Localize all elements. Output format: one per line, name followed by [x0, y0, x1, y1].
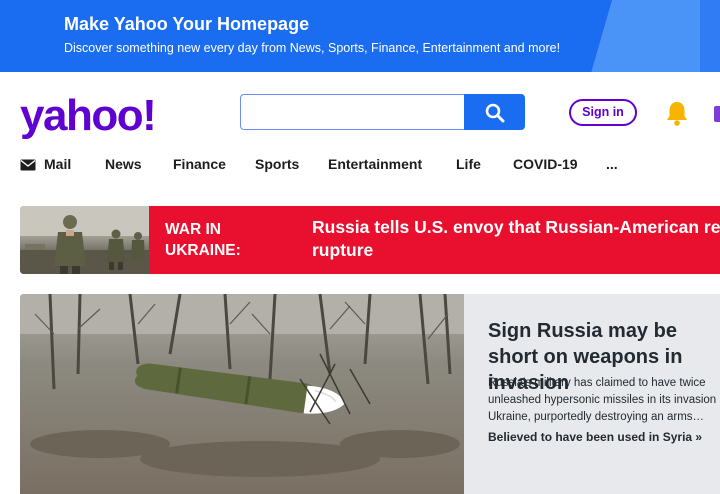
headline-line: Russia tells U.S. envoy that Russian-Ame…	[312, 217, 720, 237]
nav-item-mail[interactable]: Mail	[44, 156, 71, 172]
nav-item-news[interactable]: News	[105, 156, 142, 172]
sign-in-button[interactable]: Sign in	[569, 99, 637, 126]
promo-subtitle: Discover something new every day from Ne…	[64, 41, 561, 55]
homepage-promo-banner[interactable]: Make Yahoo Your Homepage Discover someth…	[0, 0, 720, 72]
promo-decoration	[700, 0, 720, 72]
search-button[interactable]	[464, 94, 525, 130]
hero-story-summary: Russia's military has claimed to have tw…	[488, 377, 717, 423]
soldiers-thumbnail[interactable]	[20, 206, 149, 274]
nav-item-finance[interactable]: Finance	[173, 156, 226, 172]
headline-line: rupture	[312, 240, 374, 260]
nav-item-sports[interactable]: Sports	[255, 156, 299, 172]
breaking-news-kicker: WAR IN UKRAINE:	[165, 219, 241, 261]
nav-item-life[interactable]: Life	[456, 156, 481, 172]
search-icon	[485, 103, 505, 123]
notifications-bell-icon[interactable]	[663, 99, 691, 132]
kicker-line: UKRAINE:	[165, 242, 241, 259]
kicker-line: WAR IN	[165, 221, 221, 238]
nav-item-covid-19[interactable]: COVID-19	[513, 156, 578, 172]
breaking-news-headline[interactable]: Russia tells U.S. envoy that Russian-Ame…	[312, 216, 720, 262]
envelope-icon	[20, 159, 36, 171]
promo-title: Make Yahoo Your Homepage	[64, 14, 310, 34]
breaking-news-banner[interactable]: WAR IN UKRAINE: Russia tells U.S. envoy …	[20, 206, 720, 274]
nav-item-more[interactable]: ...	[606, 156, 618, 172]
nav-item-entertainment[interactable]: Entertainment	[328, 156, 422, 172]
hero-related-link[interactable]: Believed to have been used in Syria »	[488, 430, 702, 444]
search-input[interactable]	[240, 94, 466, 130]
yahoo-logo[interactable]: yahoo!	[20, 88, 157, 144]
mail-icon[interactable]	[714, 106, 720, 122]
hero-story-image[interactable]	[20, 294, 464, 494]
